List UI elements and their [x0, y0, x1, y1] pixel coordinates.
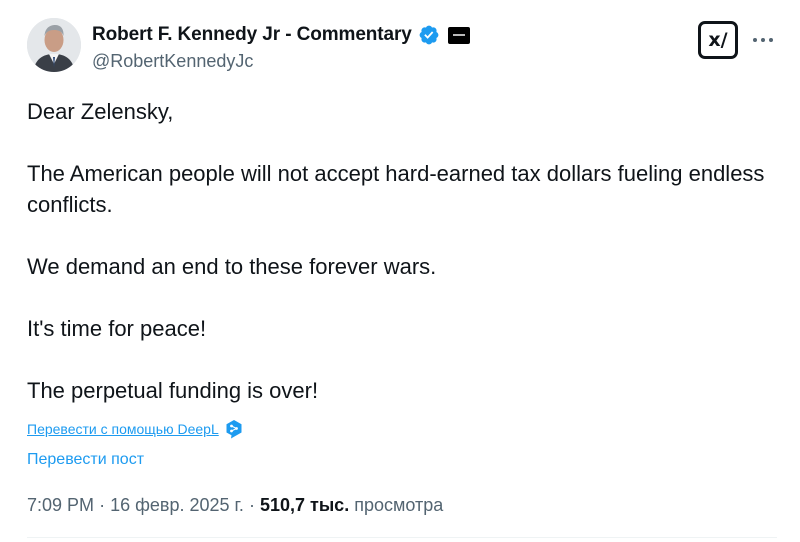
tweet-card: Robert F. Kennedy Jr - Commentary @Rober…: [0, 0, 800, 542]
divider: [27, 537, 777, 538]
views-label: просмотра: [354, 495, 444, 515]
tweet-time[interactable]: 7:09 PM: [27, 495, 94, 515]
tweet-paragraph: The American people will not accept hard…: [27, 161, 765, 217]
author-display-name[interactable]: Robert F. Kennedy Jr - Commentary: [92, 24, 412, 46]
tweet-date[interactable]: 16 февр. 2025 г.: [110, 495, 244, 515]
tweet-paragraph: Dear Zelensky,: [27, 99, 174, 124]
tweet-meta: 7:09 PM · 16 февр. 2025 г. · 510,7 тыс. …: [27, 495, 443, 516]
grok-label: x/: [708, 29, 728, 51]
meta-separator: ·: [248, 495, 255, 515]
views-count: 510,7 тыс.: [259, 495, 350, 515]
more-dot: [753, 38, 757, 42]
translate-post-link[interactable]: Перевести пост: [27, 451, 144, 469]
tweet-paragraph: The perpetual funding is over!: [27, 378, 319, 403]
avatar-image: [27, 18, 81, 72]
more-dot: [761, 38, 765, 42]
meta-separator: ·: [99, 495, 106, 515]
translate-deepl-link[interactable]: Перевести с помощью DeepL: [27, 419, 243, 439]
author-handle[interactable]: @RobertKennedyJc: [92, 51, 253, 72]
translate-deepl-label: Перевести с помощью DeepL: [27, 421, 219, 437]
affiliate-badge-icon[interactable]: [447, 26, 470, 44]
verified-badge-icon[interactable]: [418, 24, 440, 46]
avatar[interactable]: [27, 18, 81, 72]
more-options-icon[interactable]: [750, 28, 776, 52]
author-name-row: Robert F. Kennedy Jr - Commentary: [92, 22, 470, 48]
more-dot: [769, 38, 773, 42]
tweet-text: Dear Zelensky, The American people will …: [27, 96, 767, 406]
deepl-icon: [226, 420, 242, 439]
grok-icon[interactable]: x/: [698, 21, 738, 59]
tweet-paragraph: We demand an end to these forever wars.: [27, 254, 437, 279]
tweet-paragraph: It's time for peace!: [27, 316, 207, 341]
